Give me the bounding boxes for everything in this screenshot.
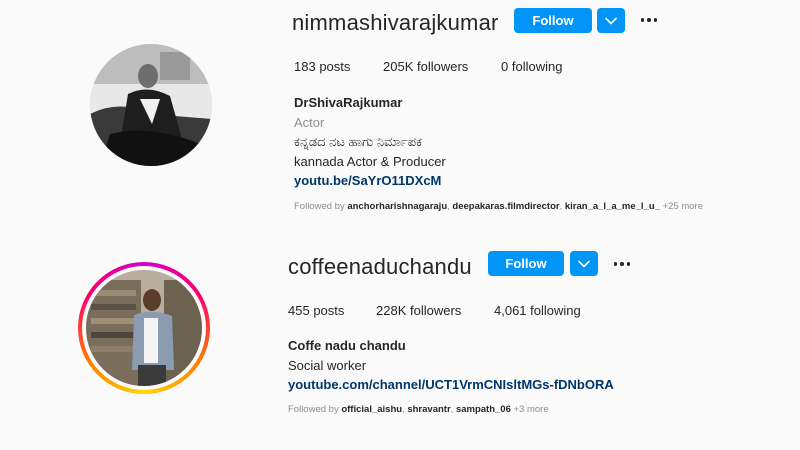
posts-stat[interactable]: 455 posts [288,303,344,318]
chevron-down-icon [578,260,590,268]
follow-button[interactable]: Follow [488,251,564,276]
story-ring[interactable] [78,262,210,394]
profile-card: coffeenaduchandu Follow 455 posts 228K f… [0,0,800,450]
posts-count: 455 [288,303,310,318]
more-options-icon [613,262,618,266]
more-options-button[interactable] [610,252,634,276]
profile-avatar [86,270,202,386]
followed-by-more[interactable]: +3 more [514,404,549,415]
follower-account[interactable]: sampath_06 [456,404,511,415]
followed-by-prefix: Followed by [288,404,339,415]
avatar-photo [86,270,202,386]
following-label: following [530,303,581,318]
suggested-accounts-button[interactable] [570,251,598,276]
followed-by: Followed by official_aishu, shravantr, s… [288,404,549,415]
followers-count: 228K [376,303,407,318]
followers-label: followers [410,303,462,318]
follower-account[interactable]: official_aishu [341,404,402,415]
following-stat[interactable]: 4,061 following [494,303,581,318]
profile-username[interactable]: coffeenaduchandu [288,254,472,280]
follower-account[interactable]: shravantr [407,404,450,415]
category-label: Social worker [288,357,367,373]
posts-label: posts [313,303,345,318]
profile-link[interactable]: youtube.com/channel/UCT1VrmCNIsltMGs-fDN… [288,377,614,392]
followers-stat[interactable]: 228K followers [376,303,461,318]
following-count: 4,061 [494,303,527,318]
profile-bio: Coffe nadu chandu Social worker youtube.… [288,336,614,395]
full-name: Coffe nadu chandu [288,338,406,353]
